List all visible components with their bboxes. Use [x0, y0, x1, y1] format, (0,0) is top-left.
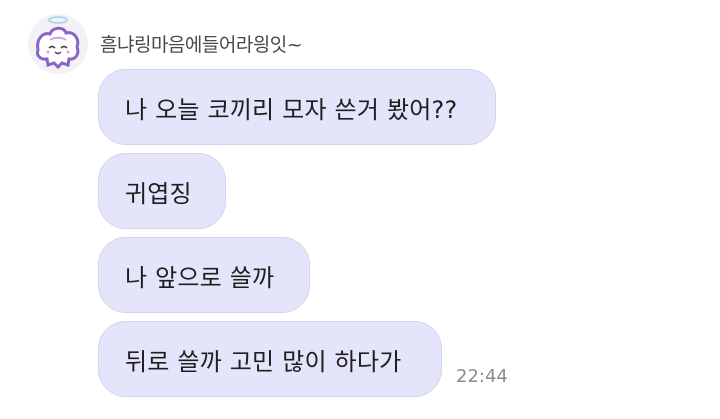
message-bubble[interactable]: 뒤로 쓸까 고민 많이 하다가 — [98, 321, 442, 397]
message-timestamp: 22:44 — [456, 366, 508, 387]
message-bubble[interactable]: 나 앞으로 쓸까 — [98, 237, 310, 313]
chat-thread: 흠냐링마음에들어라읭잇~ 나 오늘 코끼리 모자 쓴거 봤어?? 귀엽징 나 앞… — [0, 0, 720, 419]
message-bubble[interactable]: 나 오늘 코끼리 모자 쓴거 봤어?? — [98, 69, 496, 145]
avatar[interactable] — [28, 14, 88, 74]
message-bubble[interactable]: 귀엽징 — [98, 153, 226, 229]
sender-name: 흠냐링마음에들어라읭잇~ — [100, 34, 303, 56]
angel-cloud-avatar-icon — [36, 16, 80, 70]
